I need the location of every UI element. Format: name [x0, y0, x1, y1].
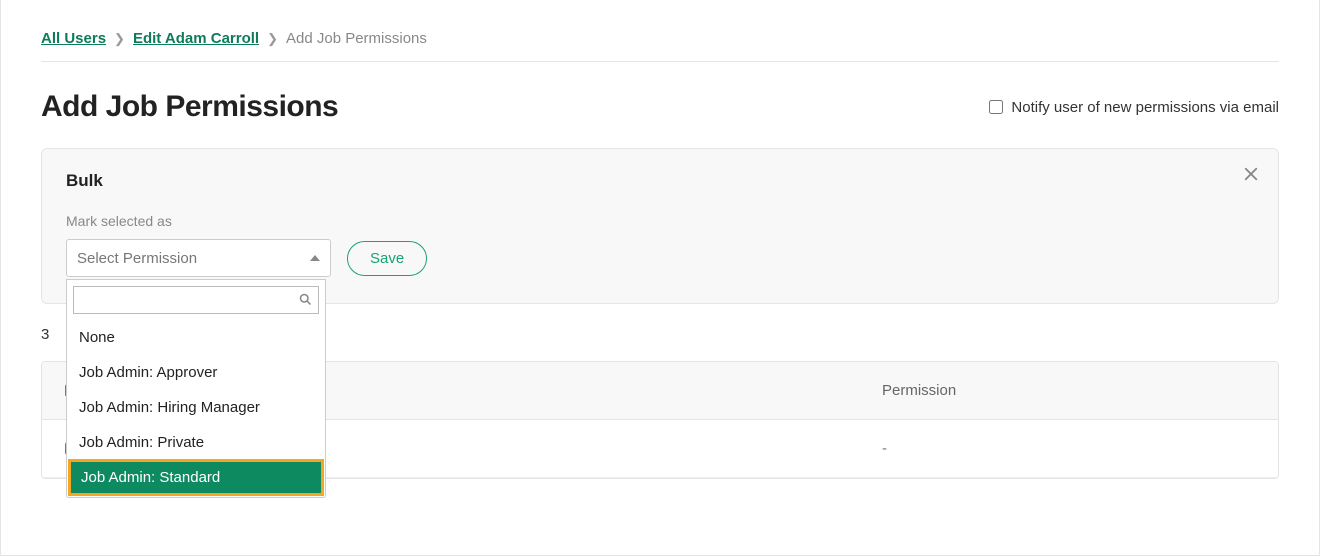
page-title: Add Job Permissions — [41, 90, 338, 124]
dropdown-option-standard[interactable]: Job Admin: Standard — [69, 460, 323, 495]
bulk-panel: Bulk Mark selected as Select Permission … — [41, 148, 1279, 304]
header-permission: Permission — [858, 362, 1278, 419]
dropdown-search-wrap — [67, 280, 325, 320]
permission-dropdown: None Job Admin: Approver Job Admin: Hiri… — [66, 279, 326, 498]
breadcrumb-current: Add Job Permissions — [286, 30, 427, 47]
chevron-right-icon: ❯ — [267, 31, 278, 47]
notify-checkbox-wrap[interactable]: Notify user of new permissions via email — [989, 99, 1279, 116]
breadcrumb: All Users ❯ Edit Adam Carroll ❯ Add Job … — [41, 30, 1279, 62]
row-permission-cell: - — [858, 420, 1278, 477]
chevron-right-icon: ❯ — [114, 31, 125, 47]
dropdown-search-input[interactable] — [73, 286, 319, 314]
breadcrumb-all-users[interactable]: All Users — [41, 30, 106, 47]
search-icon — [298, 292, 313, 312]
bulk-title: Bulk — [66, 171, 1254, 191]
permission-select[interactable]: Select Permission None Job Admin: Approv… — [66, 239, 331, 277]
close-icon[interactable] — [1242, 165, 1260, 188]
dropdown-option-approver[interactable]: Job Admin: Approver — [67, 355, 325, 390]
save-button[interactable]: Save — [347, 241, 427, 276]
notify-label: Notify user of new permissions via email — [1011, 99, 1279, 116]
chevron-up-icon — [310, 255, 320, 261]
select-placeholder: Select Permission — [77, 250, 197, 267]
row-permission-value: - — [882, 440, 887, 457]
notify-checkbox[interactable] — [989, 100, 1003, 114]
mark-selected-label: Mark selected as — [66, 213, 1254, 229]
permission-select-display[interactable]: Select Permission — [66, 239, 331, 277]
dropdown-option-none[interactable]: None — [67, 320, 325, 355]
dropdown-option-hiring-manager[interactable]: Job Admin: Hiring Manager — [67, 390, 325, 425]
dropdown-option-private[interactable]: Job Admin: Private — [67, 425, 325, 460]
breadcrumb-edit-user[interactable]: Edit Adam Carroll — [133, 30, 259, 47]
